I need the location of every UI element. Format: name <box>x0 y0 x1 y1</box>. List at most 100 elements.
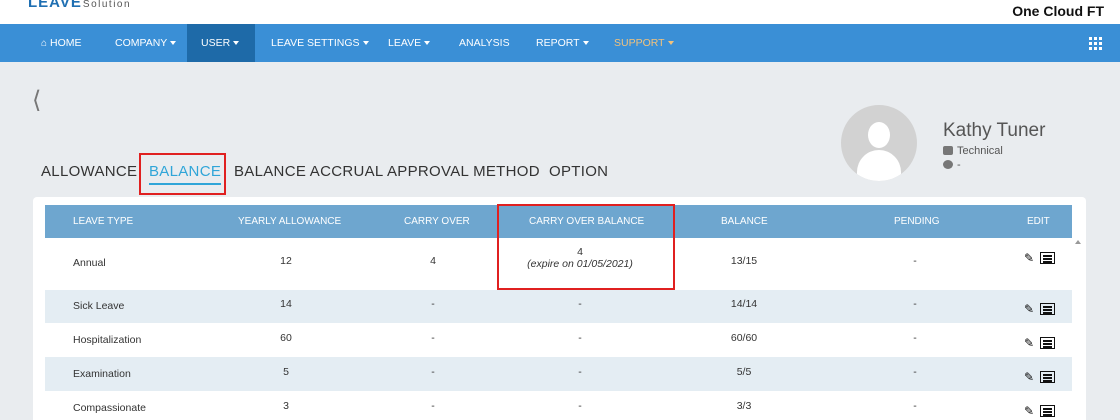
nav-support[interactable]: SUPPORT <box>600 24 688 62</box>
cell-balance: 60/60 <box>730 332 758 344</box>
cell-carry-over: 4 <box>430 255 436 267</box>
edit-actions: ✎ <box>1024 368 1056 386</box>
logo-main-text: LEAVE <box>28 0 82 11</box>
table-row: Examination 5 - - 5/5 - ✎ <box>45 357 1072 391</box>
nav-company[interactable]: COMPANY <box>101 24 190 62</box>
cell-carry-over: - <box>431 298 435 310</box>
nav-analysis[interactable]: ANALYSIS <box>445 24 524 62</box>
nav-company-label: COMPANY <box>115 37 168 49</box>
user-name: Kathy Tuner <box>943 120 1046 141</box>
cell-carry-over-balance: - <box>578 332 582 344</box>
cell-yearly: 14 <box>280 298 292 310</box>
briefcase-icon <box>943 146 953 155</box>
user-status: - <box>943 159 961 171</box>
caret-down-icon <box>424 41 431 46</box>
nav-home-label: HOME <box>50 37 82 49</box>
nav-report[interactable]: REPORT <box>522 24 603 62</box>
nav-report-label: REPORT <box>536 37 580 49</box>
nav-user-label: USER <box>201 37 231 49</box>
cell-balance: 13/15 <box>730 255 758 267</box>
user-status-text: - <box>957 159 961 171</box>
list-icon[interactable] <box>1040 405 1056 417</box>
logo-sub-text: Solution <box>82 0 132 10</box>
caret-down-icon <box>362 41 369 46</box>
nav-support-label: SUPPORT <box>614 37 665 49</box>
caret-down-icon <box>667 41 674 46</box>
tab-balance-accrual-label: BALANCE ACCRUAL <box>234 163 384 180</box>
caret-down-icon <box>233 41 240 46</box>
edit-actions: ✎ <box>1024 300 1056 318</box>
nav-leave[interactable]: LEAVE <box>374 24 444 62</box>
user-department-text: Technical <box>957 145 1003 157</box>
nav-user[interactable]: USER <box>187 24 255 62</box>
list-icon[interactable] <box>1040 252 1056 264</box>
highlight-box-carry-over-balance <box>497 204 675 290</box>
caret-down-icon <box>582 41 589 46</box>
user-circle-icon <box>943 160 953 169</box>
cell-leave-type: Examination <box>73 368 131 380</box>
app-logo[interactable]: LEAVESolution <box>28 0 131 12</box>
pencil-icon[interactable]: ✎ <box>1024 302 1034 316</box>
cell-balance: 3/3 <box>736 400 752 412</box>
cell-balance: 14/14 <box>730 298 758 310</box>
list-icon[interactable] <box>1040 303 1056 315</box>
col-yearly-allowance: YEARLY ALLOWANCE <box>238 216 342 227</box>
edit-actions: ✎ <box>1024 249 1056 267</box>
pencil-icon[interactable]: ✎ <box>1024 336 1034 350</box>
top-header: LEAVESolution One Cloud FT <box>0 0 1120 24</box>
nav-leave-label: LEAVE <box>388 37 422 49</box>
tab-option[interactable]: OPTION <box>549 163 608 180</box>
cell-pending: - <box>913 366 917 378</box>
nav-analysis-label: ANALYSIS <box>459 37 510 49</box>
cell-pending: - <box>913 400 917 412</box>
cell-yearly: 12 <box>280 255 292 267</box>
tab-allowance[interactable]: ALLOWANCE <box>41 163 137 180</box>
cell-yearly: 5 <box>283 366 289 378</box>
apps-grid-icon[interactable] <box>1089 37 1102 50</box>
nav-leave-settings[interactable]: LEAVE SETTINGS <box>257 24 383 62</box>
cell-carry-over: - <box>431 400 435 412</box>
tab-balance-accrual[interactable]: BALANCE ACCRUAL <box>234 163 384 180</box>
edit-actions: ✎ <box>1024 334 1056 352</box>
company-name: One Cloud FT <box>1012 3 1104 19</box>
cell-leave-type: Compassionate <box>73 402 146 414</box>
table-row: Compassionate 3 - - 3/3 - ✎ <box>45 391 1072 420</box>
pencil-icon[interactable]: ✎ <box>1024 251 1034 265</box>
col-leave-type: LEAVE TYPE <box>73 216 134 227</box>
col-edit: EDIT <box>1027 216 1050 227</box>
highlight-box-balance-tab <box>139 153 226 195</box>
table-row: Sick Leave 14 - - 14/14 - ✎ <box>45 290 1072 323</box>
main-nav: ⌂ HOME COMPANY USER LEAVE SETTINGS LEAVE … <box>0 24 1120 62</box>
edit-actions: ✎ <box>1024 402 1056 420</box>
scroll-up-icon[interactable] <box>1075 240 1081 244</box>
nav-leave-settings-label: LEAVE SETTINGS <box>271 37 360 49</box>
cell-pending: - <box>913 255 917 267</box>
cell-leave-type: Hospitalization <box>73 334 142 346</box>
caret-down-icon <box>170 41 177 46</box>
col-balance: BALANCE <box>721 216 768 227</box>
tab-option-label: OPTION <box>549 163 609 180</box>
col-carry-over: CARRY OVER <box>404 216 470 227</box>
cell-leave-type: Annual <box>73 257 106 269</box>
list-icon[interactable] <box>1040 337 1056 349</box>
pencil-icon[interactable]: ✎ <box>1024 370 1034 384</box>
cell-pending: - <box>913 298 917 310</box>
cell-carry-over: - <box>431 332 435 344</box>
cell-carry-over-balance: - <box>578 366 582 378</box>
tab-approval-method-label: APPROVAL METHOD <box>387 163 540 180</box>
user-department: Technical <box>943 145 1003 157</box>
cell-carry-over: - <box>431 366 435 378</box>
pencil-icon[interactable]: ✎ <box>1024 404 1034 418</box>
cell-yearly: 60 <box>280 332 292 344</box>
list-icon[interactable] <box>1040 371 1056 383</box>
cell-carry-over-balance: - <box>578 298 582 310</box>
cell-leave-type: Sick Leave <box>73 300 125 312</box>
nav-home[interactable]: ⌂ HOME <box>27 24 96 62</box>
home-icon: ⌂ <box>41 38 48 49</box>
cell-carry-over-balance: - <box>578 400 582 412</box>
tab-approval-method[interactable]: APPROVAL METHOD <box>387 163 540 180</box>
tab-allowance-label: ALLOWANCE <box>41 163 138 180</box>
cell-pending: - <box>913 332 917 344</box>
cell-balance: 5/5 <box>736 366 752 378</box>
back-chevron-icon[interactable]: ⟨ <box>32 86 41 114</box>
